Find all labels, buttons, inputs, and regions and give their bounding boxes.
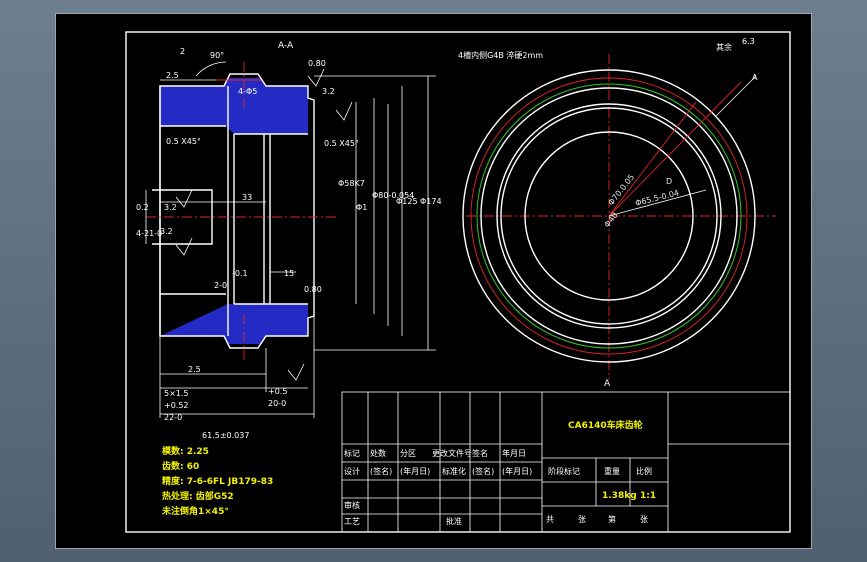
- tb-h1-2: 分区: [400, 449, 416, 458]
- dim-90: 90°: [210, 51, 224, 60]
- note-keyway: 4槽内侧G4B 淬硬2mm: [458, 50, 543, 60]
- tb-weight-value: 1.38kg: [602, 491, 637, 501]
- dim-phi58: Φ58K7: [338, 179, 365, 188]
- spec-module: 模数: 2.25: [162, 445, 209, 457]
- dim-3-2-mid: 3.2: [164, 203, 177, 212]
- tb-process: 工艺: [344, 517, 360, 526]
- tb-scale-value: 1:1: [640, 491, 656, 501]
- tb-sheet-no: 第: [608, 514, 616, 524]
- tb-sheets: 张: [578, 515, 586, 524]
- dim-33: 33: [242, 193, 252, 202]
- dim-4-21: 4-21-0: [136, 229, 162, 238]
- part-name: CA6140车床齿轮: [568, 419, 643, 431]
- tb-h2-5: (年月日): [502, 466, 532, 476]
- dim-phi125: Φ125: [396, 197, 418, 206]
- dim-22-0: 22-0: [164, 413, 182, 422]
- dim-plus-0-5: +0.5: [268, 387, 287, 396]
- tb-h2-4: (签名): [472, 466, 494, 476]
- tb-h1-0: 标记: [344, 448, 360, 458]
- dim-phi1: Φ1: [356, 203, 367, 212]
- dim-circ2: Φ65.5-0.04: [634, 188, 680, 208]
- dim-0-2: 0.2: [136, 203, 149, 212]
- section-label: A-A: [278, 41, 294, 51]
- dim-3-2-top: 3.2: [322, 87, 335, 96]
- dim-circ3: Φ40: [602, 211, 619, 230]
- spec-teeth: 齿数: 60: [162, 460, 199, 472]
- spec-chamfer: 未注倒角1×45°: [161, 505, 229, 517]
- dim-0-1: -0.1: [232, 269, 248, 278]
- tb-approve: 批准: [446, 516, 462, 526]
- dim-0-5x45-left: 0.5 X45°: [166, 137, 201, 146]
- view-arrow-a: A: [752, 73, 758, 82]
- dim-0-80-top: 0.80: [308, 59, 326, 68]
- dim-2: 2: [180, 47, 185, 56]
- tb-h2-0: 设计: [344, 466, 360, 476]
- cad-viewport[interactable]: A-A A A 4槽内侧G4B 淬硬2mm 其余 6.3 90° 2 2.5 4…: [55, 13, 812, 549]
- dim-2-0: 2-0: [214, 281, 227, 290]
- tb-h2-3: 标准化: [442, 466, 466, 476]
- roughness-other: 其余: [716, 42, 732, 52]
- dim-2-5-top: 2.5: [166, 71, 179, 80]
- dim-5x1-5: 5×1.5: [164, 389, 189, 398]
- tb-total: 共: [546, 515, 554, 524]
- dim-circ1: Φ70.0.05: [606, 173, 636, 208]
- labels-svg: A-A A A 4槽内侧G4B 淬硬2mm 其余 6.3 90° 2 2.5 4…: [136, 37, 758, 526]
- dim-0-80-bot: 0.80: [304, 285, 322, 294]
- tb-weight: 重量: [604, 466, 620, 476]
- spec-heat: 热处理: 齿部G52: [162, 490, 234, 502]
- tb-h1-1: 处数: [370, 448, 386, 458]
- dim-2-5-bot: 2.5: [188, 365, 201, 374]
- tb-review: 审核: [344, 500, 360, 510]
- dim-61-5: 61.5±0.037: [202, 431, 249, 440]
- tb-sheet: 张: [640, 515, 648, 524]
- dim-3-2-left: 3.2: [160, 227, 173, 236]
- tb-h1-5: 年月日: [502, 448, 526, 458]
- tb-h1-3: 更改文件号: [432, 448, 472, 458]
- dim-20-0: 20-0: [268, 399, 286, 408]
- roughness-other-value: 6.3: [742, 37, 755, 46]
- spec-accuracy: 精度: 7-6-6FL JB179-83: [162, 475, 273, 487]
- tb-h1-4: 签名: [472, 448, 488, 458]
- dim-15: 15: [284, 269, 294, 278]
- view-label-a: A: [604, 379, 611, 389]
- dim-0-5x45-right: 0.5 X45°: [324, 139, 359, 148]
- tb-stage: 阶段标记: [548, 466, 580, 476]
- dim-phi174: Φ174: [420, 197, 442, 206]
- dim-d: D: [666, 177, 672, 186]
- tb-scale: 比例: [636, 466, 652, 476]
- dim-0-52: +0.52: [164, 401, 189, 410]
- dim-4-phi5: 4-Φ5: [238, 87, 257, 96]
- tb-h2-1: (签名): [370, 466, 392, 476]
- tb-h2-2: (年月日): [400, 466, 430, 476]
